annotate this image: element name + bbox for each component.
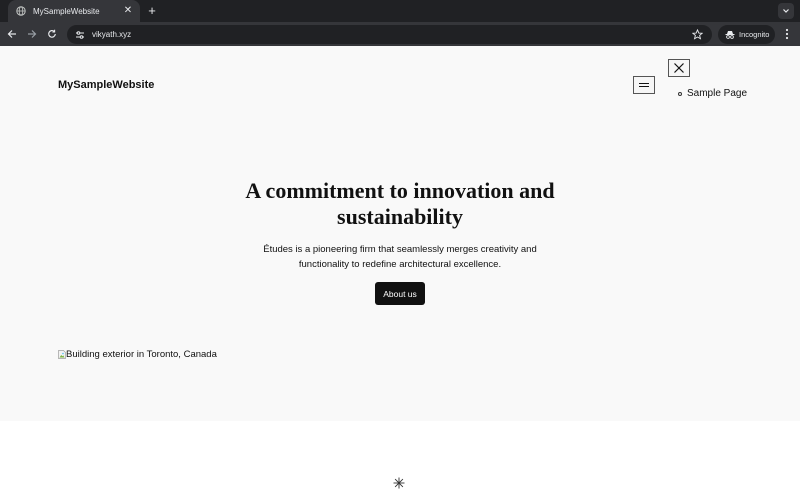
arrow-left-icon [7,30,16,38]
site-title[interactable]: MySampleWebsite [58,79,154,91]
back-button[interactable] [4,26,20,42]
globe-icon [16,6,26,16]
star-icon[interactable] [690,28,704,42]
hamburger-icon [639,83,649,87]
incognito-indicator[interactable]: Incognito [718,25,775,44]
hero-subtext: Études is a pioneering firm that seamles… [263,244,537,270]
reload-button[interactable] [44,26,60,42]
reload-icon [48,29,56,38]
arrow-right-icon [28,30,37,38]
image-alt-text: Building exterior in Toronto, Canada [66,349,217,360]
new-tab-button[interactable]: + [145,3,159,19]
close-icon [674,63,684,73]
site-info-icon[interactable] [74,29,86,41]
url-text[interactable]: vikyath.xyz [92,30,690,39]
browser-toolbar: vikyath.xyz Incognito [0,22,800,46]
address-bar[interactable]: vikyath.xyz [67,25,712,44]
incognito-icon [725,31,735,39]
circle-bullet-icon [678,91,682,96]
browser-tabstrip: MySampleWebsite ✕ + [0,0,800,22]
page-viewport: MySampleWebsite Sample Page A commitment… [0,46,800,495]
about-us-button[interactable]: About us [375,282,425,305]
menu-item-label: Sample Page [687,88,748,99]
hero-headline: A commitment to innovation and sustainab… [245,178,555,229]
forward-button[interactable] [24,26,40,42]
more-vert-icon [785,28,789,40]
browser-tab[interactable]: MySampleWebsite ✕ [8,0,140,22]
menu-close-button[interactable] [668,59,690,77]
building-image: Building exterior in Toronto, Canada [58,349,217,360]
chevron-down-icon [783,9,789,13]
menu-toggle-button[interactable] [633,76,655,94]
nav-menu: Sample Page [678,88,747,99]
broken-image-icon [58,350,66,359]
hero-section: MySampleWebsite Sample Page A commitment… [0,46,800,421]
tab-search-button[interactable] [778,3,794,19]
menu-item-sample-page[interactable]: Sample Page [678,88,747,99]
incognito-label: Incognito [739,30,770,39]
close-icon[interactable]: ✕ [122,5,134,17]
browser-menu-button[interactable] [781,26,793,42]
asterisk-icon [391,475,407,491]
tab-title: MySampleWebsite [33,6,100,16]
